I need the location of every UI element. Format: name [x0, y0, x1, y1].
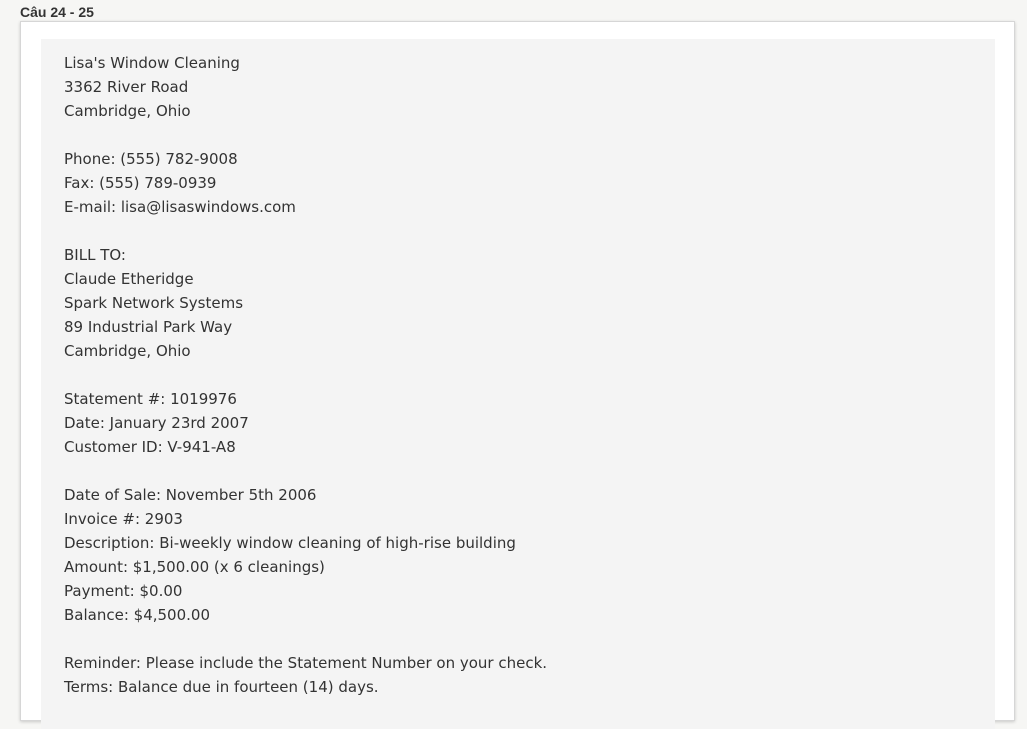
- sender-city: Cambridge, Ohio: [64, 102, 191, 120]
- sender-email: E-mail: lisa@lisaswindows.com: [64, 198, 296, 216]
- sale-payment: Payment: $0.00: [64, 582, 183, 600]
- sale-description: Description: Bi-weekly window cleaning o…: [64, 534, 516, 552]
- statement-number: Statement #: 1019976: [64, 390, 237, 408]
- sender-phone: Phone: (555) 782-9008: [64, 150, 238, 168]
- sale-amount: Amount: $1,500.00 (x 6 cleanings): [64, 558, 325, 576]
- bill-to-heading: BILL TO:: [64, 246, 126, 264]
- customer-id: Customer ID: V-941-A8: [64, 438, 236, 456]
- question-label: Câu 24 - 25: [20, 4, 94, 20]
- sender-street: 3362 River Road: [64, 78, 189, 96]
- bill-to-street: 89 Industrial Park Way: [64, 318, 233, 336]
- question-card: Lisa's Window Cleaning 3362 River Road C…: [20, 21, 1015, 729]
- sender-name: Lisa's Window Cleaning: [64, 54, 240, 72]
- payment-terms: Terms: Balance due in fourteen (14) days…: [64, 678, 379, 696]
- sale-balance: Balance: $4,500.00: [64, 606, 210, 624]
- statement-document: Lisa's Window Cleaning 3362 River Road C…: [41, 39, 995, 729]
- invoice-number: Invoice #: 2903: [64, 510, 183, 528]
- reminder-note: Reminder: Please include the Statement N…: [64, 654, 548, 672]
- statement-date: Date: January 23rd 2007: [64, 414, 249, 432]
- bill-to-company: Spark Network Systems: [64, 294, 244, 312]
- statement-text-block: Lisa's Window Cleaning 3362 River Road C…: [64, 51, 547, 699]
- date-of-sale: Date of Sale: November 5th 2006: [64, 486, 317, 504]
- bill-to-name: Claude Etheridge: [64, 270, 194, 288]
- sender-fax: Fax: (555) 789-0939: [64, 174, 217, 192]
- bill-to-city: Cambridge, Ohio: [64, 342, 191, 360]
